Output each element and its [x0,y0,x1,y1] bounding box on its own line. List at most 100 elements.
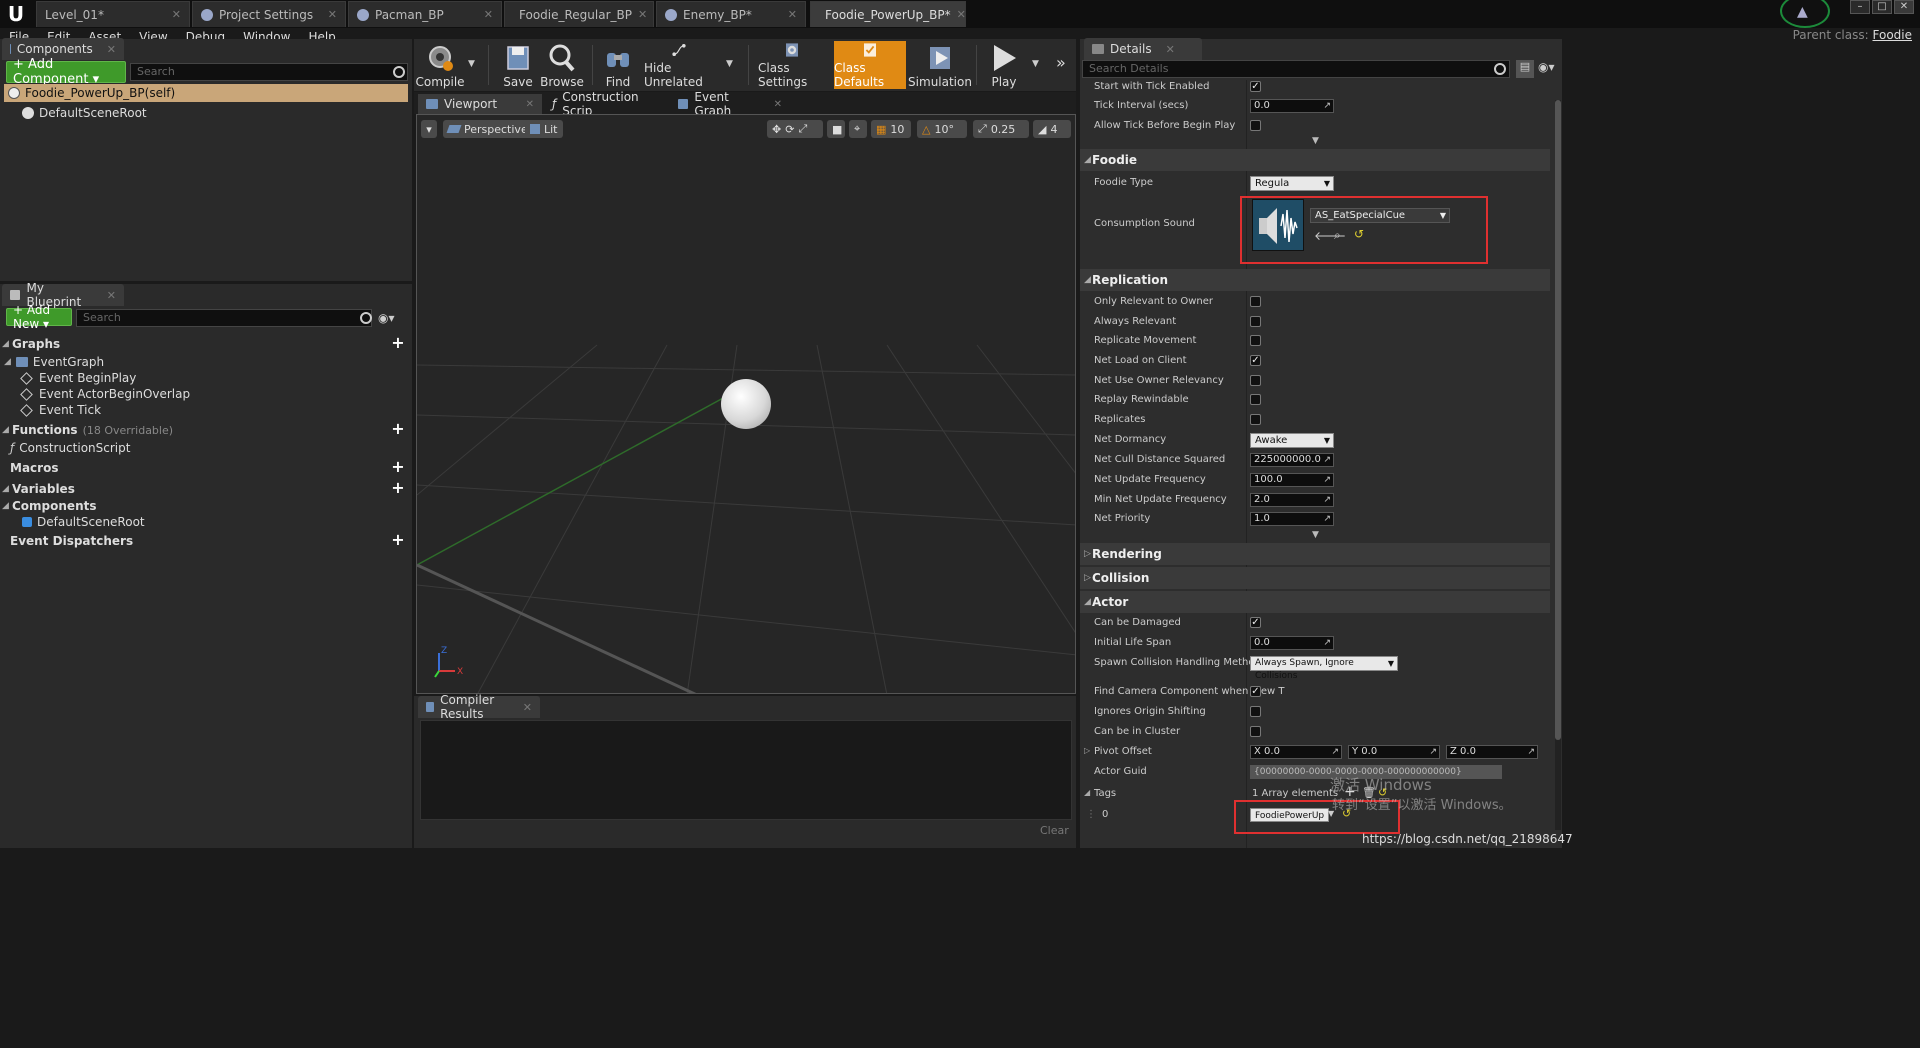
replay-rewindable-checkbox[interactable] [1250,394,1261,405]
save-button[interactable]: Save [498,41,538,89]
replicates-checkbox[interactable] [1250,414,1261,425]
foodie-sphere-mesh[interactable] [721,379,771,429]
property-matrix-icon[interactable]: ▤ [1516,60,1534,78]
net-use-owner-relevancy-checkbox[interactable] [1250,375,1261,386]
perspective-button[interactable]: Perspective [443,120,533,138]
eye-icon[interactable]: ◉▾ [1538,60,1555,74]
pivot-y-field[interactable]: Y 0.0 [1348,745,1440,759]
class-defaults-button[interactable]: Class Defaults [834,41,906,89]
rotation-snap-button[interactable]: △ 10° [917,120,967,138]
camera-speed-button[interactable]: ◢ 4 [1033,120,1071,138]
toolbar-overflow-icon[interactable]: » [1056,53,1066,72]
doc-tab-foodie-regular[interactable]: Foodie_Regular_BP ✕ [504,1,654,27]
event-begin-play[interactable]: Event BeginPlay [20,371,136,385]
simulation-button[interactable]: Simulation [908,41,972,89]
rotate-icon[interactable]: ⟳ [785,123,794,136]
browse-button[interactable]: Browse [540,41,584,89]
components-search-input[interactable]: Search [130,63,408,81]
tab-event-graph[interactable]: Event Graph ✕ [670,90,790,118]
advanced-expand-icon[interactable]: ▼ [1312,136,1319,146]
can-be-cluster-checkbox[interactable] [1250,726,1261,737]
close-icon[interactable]: ✕ [788,8,797,21]
close-icon[interactable]: ✕ [1166,43,1175,56]
blueprint-search-input[interactable]: Search [76,309,372,327]
collapse-icon[interactable]: ◢ [1084,788,1090,797]
spawn-collision-dropdown[interactable]: Always Spawn, Ignore Collisions [1250,656,1398,681]
world-local-icon[interactable]: ■ [827,120,845,138]
tab-details[interactable]: Details ✕ [1084,38,1202,60]
category-collision[interactable]: ▷ Collision [1080,567,1550,589]
add-new-button[interactable]: + Add New ▾ [6,303,72,331]
add-variable-icon[interactable]: + [390,480,406,497]
can-be-damaged-checkbox[interactable]: ✓ [1250,617,1261,628]
section-components[interactable]: ◢ Components [2,496,410,516]
doc-tab-project-settings[interactable]: Project Settings ✕ [192,1,346,27]
allow-tick-checkbox[interactable] [1250,120,1261,131]
pivot-x-field[interactable]: X 0.0 [1250,745,1342,759]
close-icon[interactable]: ✕ [957,8,966,21]
graduation-cap-icon[interactable]: ▲ [1797,4,1808,20]
scale-icon[interactable]: ⤢ [798,122,807,136]
lit-button[interactable]: Lit [525,120,563,138]
surface-snap-icon[interactable]: ⌖ [849,120,867,138]
category-rendering[interactable]: ▷ Rendering [1080,543,1550,565]
net-priority-field[interactable]: 1.0 [1250,512,1334,526]
viewport-options-icon[interactable]: ▾ [421,120,437,138]
variable-default-scene-root[interactable]: DefaultSceneRoot [22,515,145,529]
close-icon[interactable]: ✕ [484,8,493,21]
viewport[interactable]: ▾ Perspective Lit ✥ ⟳ ⤢ ■ ⌖ ▦ 10 △ 10° ⤢… [416,114,1076,694]
maximize-icon[interactable]: □ [1872,0,1892,14]
hide-unrelated-button[interactable]: Hide Unrelated [644,41,714,89]
details-search-input[interactable]: Search Details [1082,60,1510,78]
only-relevant-owner-checkbox[interactable] [1250,296,1261,307]
construction-script-item[interactable]: ƒ ConstructionScript [10,441,130,455]
close-icon[interactable]: ✕ [107,43,116,56]
section-functions[interactable]: ◢ Functions (18 Overridable) + [2,420,410,440]
add-graph-icon[interactable]: + [390,335,406,352]
doc-tab-foodie-powerup[interactable]: Foodie_PowerUp_BP* ✕ [810,1,966,27]
event-actor-begin-overlap[interactable]: Event ActorBeginOverlap [20,387,190,401]
close-icon[interactable]: ✕ [523,701,532,714]
tab-compiler-results[interactable]: Compiler Results ✕ [418,693,540,721]
add-component-button[interactable]: + Add Component ▾ [6,57,126,87]
play-button[interactable]: Play [984,41,1024,89]
doc-tab-pacman[interactable]: Pacman_BP ✕ [348,1,502,27]
add-macro-icon[interactable]: + [390,459,406,476]
hide-options-icon[interactable]: ▼ [726,59,733,69]
drag-handle-icon[interactable]: ⋮ [1086,809,1096,820]
section-macros[interactable]: Macros + [2,458,410,478]
tab-construction-script[interactable]: ƒ Construction Scrip [544,90,668,118]
component-default-scene-root[interactable]: DefaultSceneRoot [22,106,147,120]
details-scrollbar-thumb[interactable] [1555,100,1561,740]
doc-tab-enemy[interactable]: Enemy_BP* ✕ [656,1,806,27]
tick-interval-field[interactable]: 0.0 [1250,99,1334,113]
translate-icon[interactable]: ✥ [772,123,781,136]
close-icon[interactable]: ✕ [774,99,782,110]
tab-viewport[interactable]: Viewport ✕ [418,94,542,114]
min-net-update-field[interactable]: 2.0 [1250,493,1334,507]
add-dispatcher-icon[interactable]: + [390,532,406,549]
section-event-dispatchers[interactable]: Event Dispatchers + [2,531,410,551]
doc-tab-level[interactable]: Level_01* ✕ [36,1,190,27]
close-icon[interactable]: ✕ [172,8,181,21]
category-replication[interactable]: ◢ Replication [1080,269,1550,291]
find-camera-checkbox[interactable]: ✓ [1250,686,1261,697]
replicate-movement-checkbox[interactable] [1250,335,1261,346]
category-foodie[interactable]: ◢ Foodie [1080,149,1550,171]
net-cull-field[interactable]: 225000000.0 [1250,453,1334,467]
clear-button[interactable]: Clear [1040,824,1069,837]
start-tick-checkbox[interactable]: ✓ [1250,81,1261,92]
advanced-expand-icon[interactable]: ▼ [1312,530,1319,540]
foodie-type-dropdown[interactable]: Regula [1250,176,1334,191]
close-icon[interactable]: ✕ [638,8,647,21]
close-icon[interactable]: ✕ [526,99,534,110]
find-button[interactable]: Find [600,41,636,89]
grid-snap-button[interactable]: ▦ 10 [871,120,911,138]
class-settings-button[interactable]: Class Settings [758,41,826,89]
eye-icon[interactable]: ◉▾ [378,311,395,325]
close-icon[interactable]: ✕ [107,289,116,302]
category-actor[interactable]: ◢ Actor [1080,591,1550,613]
expand-icon[interactable]: ▷ [1084,746,1090,755]
scale-snap-button[interactable]: ⤢ 0.25 [973,120,1029,138]
net-update-field[interactable]: 100.0 [1250,473,1334,487]
